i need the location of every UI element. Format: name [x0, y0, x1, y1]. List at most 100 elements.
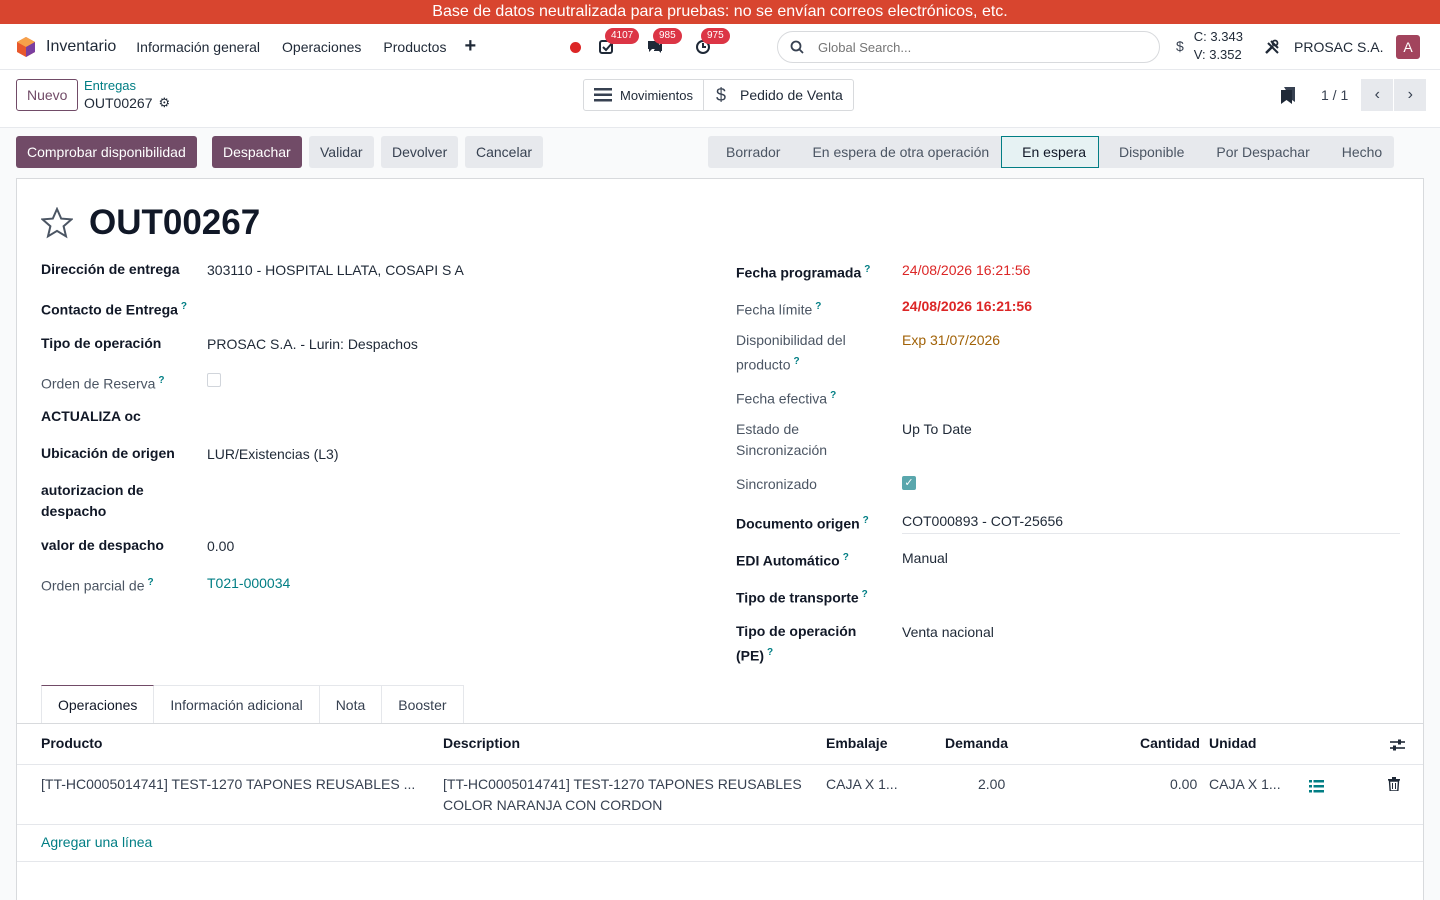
row-packaging[interactable]: CAJA X 1... — [826, 774, 898, 795]
col-description[interactable]: Description — [443, 735, 520, 751]
partial-order-label: Orden parcial de? — [41, 577, 154, 594]
validate-button[interactable]: Validar — [309, 136, 374, 168]
trash-icon[interactable] — [1388, 777, 1400, 791]
activity-badge: 4107 — [605, 28, 640, 44]
star-icon[interactable] — [41, 207, 73, 239]
rate-sell: V: 3.352 — [1193, 47, 1242, 62]
tab-informacion-adicional[interactable]: Información adicional — [154, 685, 320, 724]
pager: 1 / 1 ‹ › — [1281, 79, 1427, 111]
record-title: OUT00267 — [89, 203, 261, 242]
row-unit[interactable]: CAJA X 1... — [1209, 774, 1281, 795]
recording-dot-icon[interactable] — [570, 41, 581, 53]
global-search[interactable] — [777, 31, 1160, 63]
row-description-line2[interactable]: COLOR NARANJA CON CORDON — [443, 795, 662, 816]
col-unidad[interactable]: Unidad — [1209, 735, 1256, 751]
menu-operaciones[interactable]: Operaciones — [282, 39, 361, 55]
messages-icon[interactable]: 985 — [645, 28, 682, 57]
messages-badge: 985 — [653, 28, 682, 44]
row-description-line1[interactable]: [TT-HC0005014741] TEST-1270 TAPONES REUS… — [443, 774, 802, 795]
cancel-button[interactable]: Cancelar — [465, 136, 544, 168]
operation-type-value[interactable]: PROSAC S.A. - Lurin: Despachos — [207, 334, 418, 355]
edi-auto-value[interactable]: Manual — [902, 548, 948, 569]
user-avatar[interactable]: A — [1396, 35, 1420, 59]
status-en-espera[interactable]: En espera — [1001, 136, 1099, 168]
origin-document-value[interactable]: COT000893 - COT-25656 — [902, 511, 1063, 532]
status-disponible[interactable]: Disponible — [1098, 136, 1197, 168]
app-name[interactable]: Inventario — [46, 38, 116, 56]
form-sheet: OUT00267 Dirección de entrega 303110 - H… — [16, 178, 1424, 900]
gear-icon[interactable]: ⚙ — [158, 95, 170, 111]
dollar-icon: $ — [715, 84, 726, 105]
dispatch-auth-label: autorizacion de despacho — [41, 482, 144, 519]
col-producto[interactable]: Producto — [41, 735, 102, 751]
product-availability-value: Exp 31/07/2026 — [902, 332, 1001, 348]
new-button[interactable]: Nuevo — [16, 79, 79, 111]
deadline-value: 24/08/2026 16:21:56 — [902, 298, 1032, 314]
menu-productos[interactable]: Productos — [383, 39, 446, 55]
operation-type-label: Tipo de operación — [41, 335, 162, 351]
row-product[interactable]: [TT-HC0005014741] TEST-1270 TAPONES REUS… — [41, 774, 415, 795]
notebook-tabs: Operaciones Información adicional Nota B… — [41, 685, 464, 724]
synced-checkbox: ✓ — [902, 476, 916, 490]
dispatch-button[interactable]: Despachar — [212, 136, 302, 168]
tab-booster[interactable]: Booster — [382, 685, 464, 724]
delivery-contact-label: Contacto de Entrega? — [41, 301, 188, 318]
row-divider — [17, 824, 1423, 825]
check-availability-button[interactable]: Comprobar disponibilidad — [16, 136, 197, 168]
bookmark-icon[interactable] — [1281, 86, 1295, 104]
column-settings-icon[interactable] — [1390, 738, 1405, 752]
tab-nota[interactable]: Nota — [319, 685, 383, 724]
reserve-order-label: Orden de Reserva? — [41, 375, 165, 392]
status-hecho[interactable]: Hecho — [1321, 136, 1395, 168]
partial-order-link[interactable]: T021-000034 — [207, 573, 290, 594]
menu-informacion-general[interactable]: Información general — [136, 39, 260, 55]
tab-operaciones[interactable]: Operaciones — [41, 685, 155, 724]
pager-prev-button[interactable]: ‹ — [1361, 79, 1394, 111]
breadcrumb: Entregas OUT00267 ⚙ — [84, 78, 170, 111]
edi-auto-label: EDI Automático? — [736, 552, 849, 569]
sale-order-smart-button[interactable]: $ Pedido de Venta — [702, 80, 853, 110]
list-icon — [594, 88, 612, 102]
timer-icon[interactable]: 975 — [693, 28, 730, 57]
inventory-app-icon[interactable] — [16, 36, 36, 58]
movements-smart-button[interactable]: Movimientos — [584, 80, 703, 110]
synced-label: Sincronizado — [736, 476, 817, 492]
search-input[interactable] — [818, 39, 1118, 55]
source-location-label: Ubicación de origen — [41, 445, 175, 461]
exchange-rate[interactable]: $ C: 3.343 V: 3.352 — [1176, 28, 1243, 64]
return-button[interactable]: Devolver — [381, 136, 459, 168]
sale-order-label: Pedido de Venta — [739, 87, 843, 103]
dispatch-value-label: valor de despacho — [41, 537, 164, 553]
timer-badge: 975 — [701, 28, 730, 44]
row-demand[interactable]: 2.00 — [978, 774, 1005, 795]
top-navbar: Inventario Información general Operacion… — [0, 24, 1440, 70]
plus-icon[interactable]: + — [464, 35, 476, 58]
reserve-order-checkbox[interactable] — [207, 373, 221, 387]
origin-document-label: Documento origen? — [736, 515, 869, 532]
pager-next-button[interactable]: › — [1394, 79, 1427, 111]
action-bar: Comprobar disponibilidad Despachar Valid… — [0, 128, 1440, 176]
activity-checklist-icon[interactable]: 4107 — [597, 28, 640, 57]
scheduled-date-value[interactable]: 24/08/2026 16:21:56 — [902, 260, 1030, 281]
add-line-link[interactable]: Agregar una línea — [41, 834, 152, 850]
col-cantidad[interactable]: Cantidad — [1140, 735, 1200, 751]
breadcrumb-entregas[interactable]: Entregas — [84, 78, 170, 93]
dispatch-value[interactable]: 0.00 — [207, 536, 234, 557]
delivery-address-value[interactable]: 303110 - HOSPITAL LLATA, COSAPI S A — [207, 260, 464, 281]
delivery-address-label: Dirección de entrega — [41, 261, 180, 277]
status-en-espera-otra[interactable]: En espera de otra operación — [792, 136, 1002, 168]
col-demanda[interactable]: Demanda — [945, 735, 1008, 751]
pager-value[interactable]: 1 / 1 — [1321, 85, 1348, 106]
status-borrador[interactable]: Borrador — [708, 136, 793, 168]
source-location-value[interactable]: LUR/Existencias (L3) — [207, 444, 339, 465]
pe-operation-type-value[interactable]: Venta nacional — [902, 622, 994, 643]
detailed-operations-icon[interactable] — [1309, 780, 1324, 793]
status-por-despachar[interactable]: Por Despachar — [1196, 136, 1322, 168]
control-panel: Nuevo Entregas OUT00267 ⚙ Movimientos $ … — [0, 70, 1440, 128]
dollar-icon: $ — [1176, 38, 1184, 54]
sync-state-value: Up To Date — [902, 421, 972, 437]
col-embalaje[interactable]: Embalaje — [826, 735, 887, 751]
company-switcher[interactable]: PROSAC S.A. — [1264, 24, 1383, 70]
row-quantity[interactable]: 0.00 — [1170, 774, 1197, 795]
sync-state-label: Estado de Sincronización — [736, 421, 828, 458]
